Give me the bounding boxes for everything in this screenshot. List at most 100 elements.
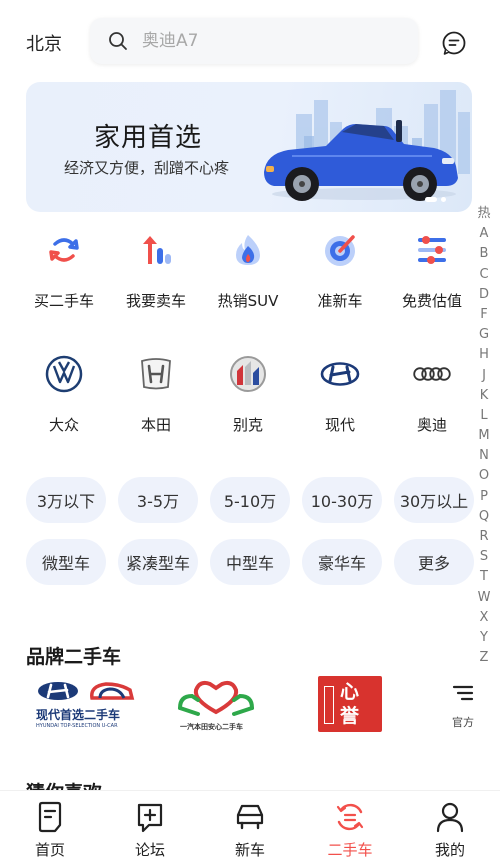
tab-label: 我的 [434,841,465,859]
index-letter[interactable]: O [479,466,489,486]
index-letter[interactable]: G [479,325,489,345]
message-icon[interactable] [441,30,467,56]
index-letter[interactable]: J [482,366,486,386]
type-filter-pill[interactable]: 微型车 [26,539,106,585]
xinyu-logo-text: 心誉 [340,681,360,727]
price-filter-pill[interactable]: 5-10万 [210,477,290,523]
xinyu-used-car-card[interactable]: 心誉 [318,676,382,732]
volkswagen-logo-icon [44,354,84,394]
index-letter[interactable]: A [480,224,489,244]
banner-title: 家用首选 [94,123,203,153]
service-sell-car[interactable]: 我要卖车 [110,230,202,311]
buy-used-car-icon [44,230,84,270]
city-selector[interactable]: 北京 [26,30,62,56]
index-letter[interactable]: T [480,567,488,587]
index-letter[interactable]: Q [479,507,489,527]
carousel-dot-active [425,197,437,202]
brand-used-car-row: 现代首选二手车 HYUNDAI TOP-SELECTION U-CAR 一汽本田… [30,676,474,736]
hyundai-used-car-card[interactable]: 现代首选二手车 HYUNDAI TOP-SELECTION U-CAR [30,676,140,736]
quasi-new-car-icon [320,230,360,270]
hyundai-used-car-name: 现代首选二手车 [36,708,121,722]
index-letter[interactable]: W [478,588,491,608]
free-valuation-icon [412,230,452,270]
service-hot-suv[interactable]: 热销SUV [202,230,294,311]
new-car-icon [236,804,264,830]
index-letter[interactable]: K [480,386,489,406]
tab-home[interactable]: 首页 [0,791,100,866]
index-letter[interactable]: H [479,345,489,365]
hyundai-used-car-subtitle: HYUNDAI TOP-SELECTION U-CAR [36,723,118,729]
carousel-dot [441,197,446,202]
index-letter[interactable]: B [480,244,489,264]
price-filter-pill[interactable]: 3-5万 [118,477,198,523]
hyundai-logo-icon [320,354,360,394]
service-buy-used-car[interactable]: 买二手车 [18,230,110,311]
audi-logo-icon [412,354,452,394]
brand-grid: 大众 本田 别克 现代 奥迪 [18,354,478,435]
tab-forum[interactable]: 论坛 [100,791,200,866]
official-label: 官方 [452,716,474,729]
price-filter-pill[interactable]: 30万以上 [394,477,474,523]
index-letter[interactable]: X [480,608,489,628]
search-bar[interactable] [90,18,418,64]
index-letter[interactable]: P [480,487,488,507]
service-label: 热销SUV [217,292,279,310]
type-filter-pill[interactable]: 更多 [394,539,474,585]
honda-logo-icon [136,354,176,394]
index-letter[interactable]: C [479,265,488,285]
index-letter[interactable]: N [479,446,489,466]
xinyu-side-strip [324,686,334,724]
bottom-tab-bar: 首页 论坛 新车 二手车 我的 [0,790,500,866]
index-letter[interactable]: R [479,527,488,547]
tab-used-car[interactable]: 二手车 [300,791,400,866]
brand-label: 大众 [48,416,79,434]
price-filter-pill[interactable]: 3万以下 [26,477,106,523]
profile-icon [436,802,464,833]
honda-used-car-card[interactable]: 一汽本田安心二手车 [176,676,258,736]
search-icon [109,32,127,50]
buick-logo-icon [228,354,268,394]
type-filter-pill[interactable]: 紧凑型车 [118,539,198,585]
service-free-valuation[interactable]: 免费估值 [386,230,478,311]
service-label: 我要卖车 [125,292,186,310]
service-quasi-new-car[interactable]: 准新车 [294,230,386,311]
brand-label: 本田 [140,416,171,434]
tab-label: 二手车 [327,841,373,859]
tab-profile[interactable]: 我的 [400,791,500,866]
promo-banner[interactable]: 家用首选 经济又方便，刮蹭不心疼 [26,82,472,212]
search-input[interactable] [142,26,402,56]
brand-label: 现代 [324,416,355,434]
brand-label: 别克 [232,416,263,434]
tab-label: 论坛 [134,841,165,859]
index-letter[interactable]: 热 [477,204,490,224]
index-letter[interactable]: Y [480,628,488,648]
official-brands-entry[interactable]: 官方 [444,680,478,732]
honda-heart-logo-icon [178,680,254,716]
index-letter[interactable]: D [479,285,489,305]
index-letter[interactable]: Z [480,648,489,668]
tab-new-car[interactable]: 新车 [200,791,300,866]
brand-audi[interactable]: 奥迪 [386,354,478,435]
hot-suv-icon [228,230,268,270]
forum-icon [137,803,163,833]
brand-used-car-title: 品牌二手车 [26,646,122,668]
brand-volkswagen[interactable]: 大众 [18,354,110,435]
blue-convertible-car-image [264,90,470,201]
type-filter-pill[interactable]: 中型车 [210,539,290,585]
menu-lines-icon [452,685,474,701]
sell-car-icon [136,230,176,270]
index-letter[interactable]: S [480,547,488,567]
brand-label: 奥迪 [416,416,447,434]
price-filter-pill[interactable]: 10-30万 [302,477,382,523]
hyundai-used-car-logo-icon [38,682,135,700]
brand-hyundai[interactable]: 现代 [294,354,386,435]
tab-label: 首页 [34,841,65,859]
brand-honda[interactable]: 本田 [110,354,202,435]
brand-buick[interactable]: 别克 [202,354,294,435]
index-letter[interactable]: F [480,305,487,325]
type-filter-pill[interactable]: 豪华车 [302,539,382,585]
type-filter-row: 微型车 紧凑型车 中型车 豪华车 更多 [26,539,474,585]
service-label: 买二手车 [33,292,94,310]
index-letter[interactable]: M [478,426,489,446]
index-letter[interactable]: L [480,406,487,426]
